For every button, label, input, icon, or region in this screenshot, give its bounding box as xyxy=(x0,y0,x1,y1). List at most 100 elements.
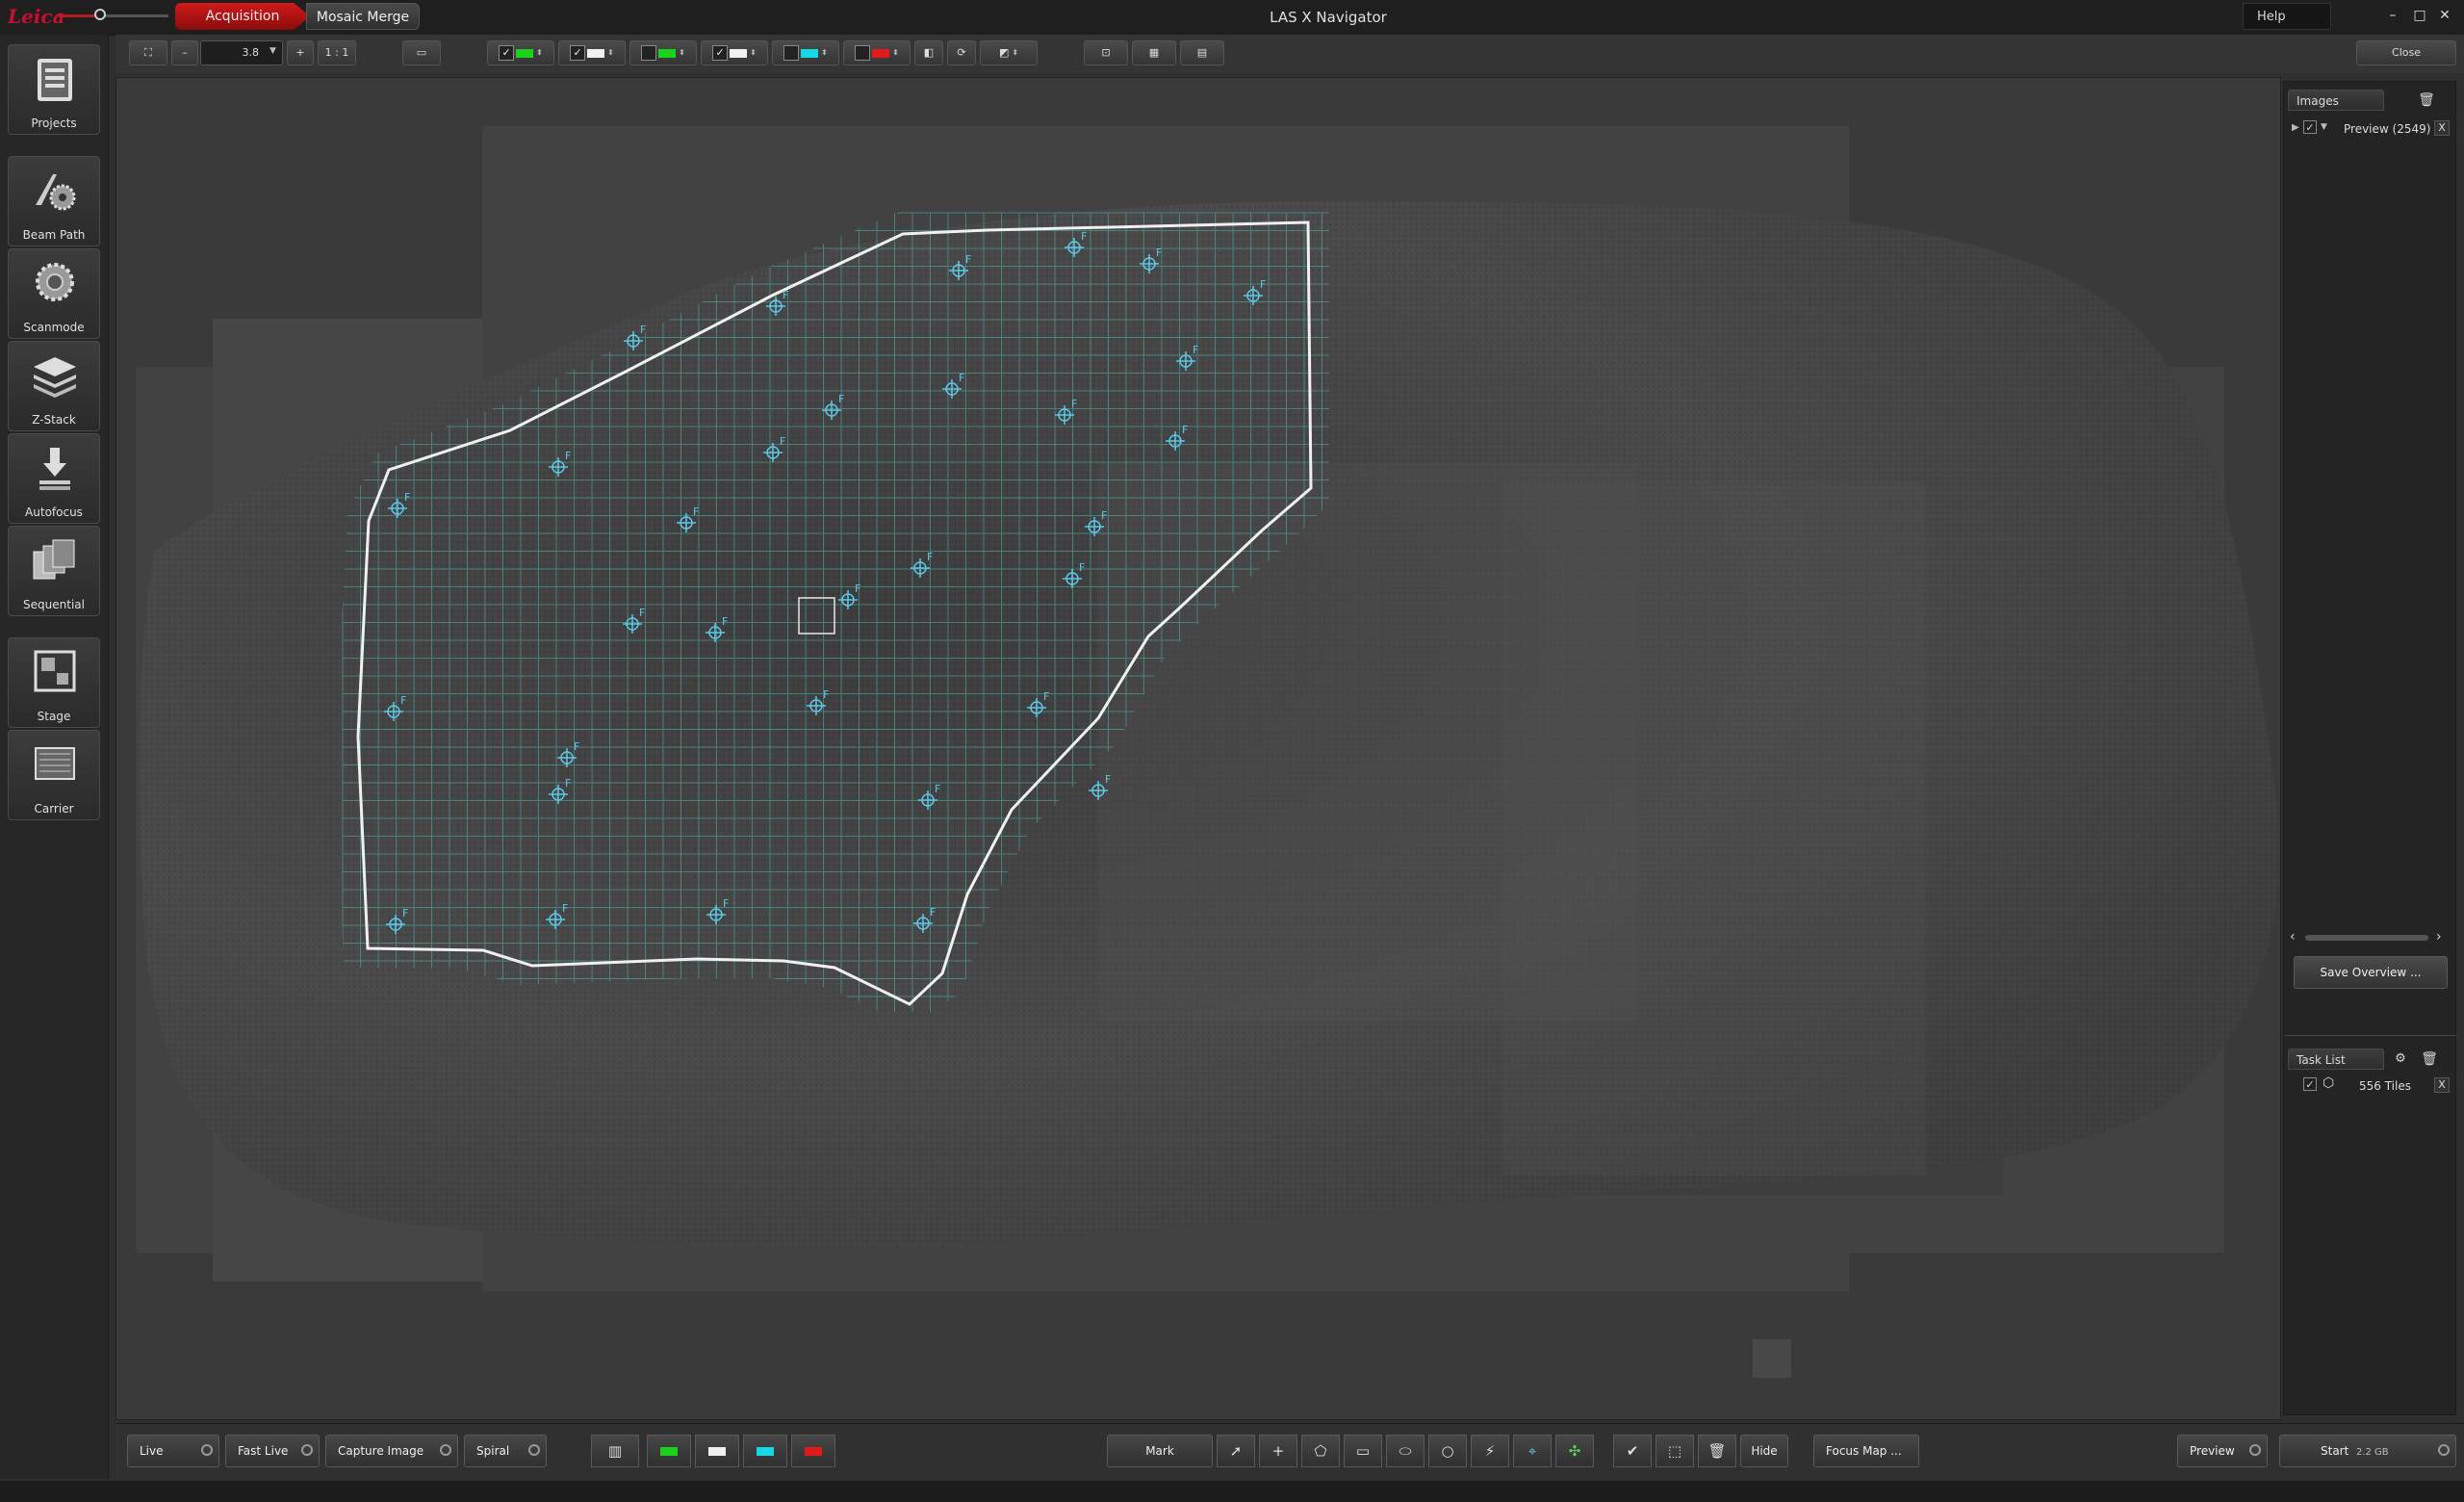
spiral-label: Spiral xyxy=(476,1444,510,1458)
point-tool-button[interactable]: + xyxy=(1259,1435,1297,1467)
pointer-icon: ➚ xyxy=(1229,1442,1243,1460)
channel-gray-button[interactable] xyxy=(695,1435,739,1467)
mosaic-view[interactable]: F F F F F F F F F F F F F F F F F F F F F F F F F F F F F F F F xyxy=(116,78,2281,1420)
refresh-button[interactable]: ⟳ xyxy=(947,40,976,65)
histogram-button[interactable]: ▥ xyxy=(591,1435,639,1467)
scanmode-icon xyxy=(36,263,74,301)
channel-2-checkbox[interactable]: ✓ xyxy=(570,45,586,61)
start-button[interactable]: Start 2.2 GB xyxy=(2279,1435,2456,1467)
image-item-label[interactable]: Preview (2549) xyxy=(2344,122,2430,136)
scroll-left-icon[interactable]: ‹ xyxy=(2290,929,2296,945)
sidebar-item-stage[interactable]: Stage xyxy=(8,637,100,728)
task-checkbox[interactable]: ✓ xyxy=(2303,1077,2317,1091)
zoom-out-button[interactable]: – xyxy=(171,40,198,65)
delete-tasks-icon[interactable]: 🗑 xyxy=(2419,1049,2440,1070)
select-tool-button[interactable]: ➚ xyxy=(1217,1435,1255,1467)
channel-6-toggle[interactable]: ⬍ xyxy=(843,40,911,65)
sidebar-item-scanmode[interactable]: Scanmode xyxy=(8,248,100,339)
focus-point-icon: ⌖ xyxy=(1527,1442,1537,1460)
delete-region-button[interactable]: 🗑 xyxy=(1698,1435,1736,1467)
live-indicator-icon xyxy=(201,1444,213,1456)
task-item-label[interactable]: 556 Tiles xyxy=(2359,1079,2411,1093)
zoom-dropdown-icon[interactable]: ▼ xyxy=(270,46,276,56)
channel-3-checkbox[interactable] xyxy=(641,45,657,61)
close-window-icon[interactable]: ✕ xyxy=(2435,6,2454,25)
rectangle-tool-button[interactable]: ▭ xyxy=(1344,1435,1382,1467)
select-region-button[interactable]: ⬚ xyxy=(1656,1435,1694,1467)
channel-6-checkbox[interactable] xyxy=(855,45,871,61)
lut-button[interactable]: ◩ ⬍ xyxy=(980,40,1038,65)
channel-red-button[interactable] xyxy=(791,1435,835,1467)
channel-4-toggle[interactable]: ✓ ⬍ xyxy=(701,40,768,65)
z-stack-icon xyxy=(34,357,76,398)
tab-acquisition[interactable]: Acquisition xyxy=(175,3,310,30)
delete-images-icon[interactable]: 🗑 xyxy=(2415,90,2438,111)
sidebar-item-beam-path[interactable]: Beam Path xyxy=(8,156,100,246)
fit-view-button[interactable]: ⛶ xyxy=(129,40,167,65)
maximize-icon[interactable]: □ xyxy=(2410,6,2429,25)
overlay-toggle-button[interactable]: ▭ xyxy=(402,40,441,65)
tab-mosaic-merge[interactable]: Mosaic Merge xyxy=(306,3,420,30)
focus-map-button[interactable]: Focus Map ... xyxy=(1813,1435,1919,1467)
zoom-in-button[interactable]: + xyxy=(287,40,314,65)
autofocus-point-tool-button[interactable]: ✣ xyxy=(1555,1435,1594,1467)
view-mode-1-button[interactable]: ⊡ xyxy=(1084,40,1128,65)
sidebar-item-label: Beam Path xyxy=(22,228,86,242)
minimize-icon[interactable]: – xyxy=(2383,6,2402,25)
magic-wand-tool-button[interactable]: ⚡ xyxy=(1471,1435,1509,1467)
channel-1-checkbox[interactable]: ✓ xyxy=(499,45,515,61)
live-button[interactable]: Live xyxy=(127,1435,219,1467)
fast-live-button[interactable]: Fast Live xyxy=(225,1435,320,1467)
overlay-icon: ▭ xyxy=(416,46,427,59)
hide-button[interactable]: Hide xyxy=(1740,1435,1788,1467)
spiral-button[interactable]: Spiral xyxy=(464,1435,547,1467)
circle-icon: ○ xyxy=(1441,1442,1454,1460)
apply-button[interactable]: ✔ xyxy=(1613,1435,1652,1467)
polygon-tool-button[interactable]: ⬠ xyxy=(1301,1435,1340,1467)
remove-task-button[interactable]: X xyxy=(2434,1077,2450,1093)
focus-point-label: F xyxy=(855,583,860,595)
sidebar-item-carrier[interactable]: Carrier xyxy=(8,730,100,820)
expand-icon[interactable]: ▶ xyxy=(2292,122,2299,133)
task-settings-icon[interactable]: ⚙ xyxy=(2390,1049,2411,1070)
circle-tool-button[interactable]: ○ xyxy=(1428,1435,1467,1467)
focus-point-tool-button[interactable]: ⌖ xyxy=(1513,1435,1552,1467)
preview-dropdown-icon[interactable]: ▼ xyxy=(2321,122,2327,132)
save-overview-button[interactable]: Save Overview ... xyxy=(2294,956,2448,989)
channel-2-toggle[interactable]: ✓ ⬍ xyxy=(558,40,626,65)
view-mode-2-button[interactable]: ▦ xyxy=(1132,40,1176,65)
sidebar-item-label: Carrier xyxy=(34,802,74,816)
channel-5-checkbox[interactable] xyxy=(783,45,800,61)
view-mode-3-button[interactable]: ▤ xyxy=(1180,40,1224,65)
channel-3-toggle[interactable]: ⬍ xyxy=(629,40,697,65)
channel-green-button[interactable] xyxy=(647,1435,691,1467)
channel-4-checkbox[interactable]: ✓ xyxy=(712,45,729,61)
contrast-button[interactable]: ◧ xyxy=(914,40,943,65)
scroll-right-icon[interactable]: › xyxy=(2436,929,2442,945)
one-to-one-button[interactable]: 1 : 1 xyxy=(318,40,356,65)
channel-1-toggle[interactable]: ✓ ⬍ xyxy=(487,40,554,65)
slider-knob[interactable] xyxy=(94,9,106,20)
focus-point-label: F xyxy=(402,907,408,919)
sidebar-item-label: Projects xyxy=(31,117,77,130)
sidebar-item-projects[interactable]: Projects xyxy=(8,44,100,135)
channel-cyan-button[interactable] xyxy=(743,1435,787,1467)
sidebar-item-autofocus[interactable]: Autofocus xyxy=(8,433,100,524)
sidebar-item-sequential[interactable]: Sequential xyxy=(8,526,100,616)
mark-button[interactable]: Mark xyxy=(1107,1435,1213,1467)
sidebar-item-z-stack[interactable]: Z-Stack xyxy=(8,341,100,431)
horizontal-scrollbar[interactable] xyxy=(2305,935,2428,941)
preview-button[interactable]: Preview xyxy=(2177,1435,2268,1467)
channel-5-toggle[interactable]: ⬍ xyxy=(772,40,839,65)
focus-point-label: F xyxy=(1101,509,1107,522)
remove-image-button[interactable]: X xyxy=(2434,120,2450,136)
brightness-slider[interactable] xyxy=(58,9,168,20)
help-button[interactable]: Help xyxy=(2243,3,2331,30)
ellipse-tool-button[interactable]: ⬭ xyxy=(1386,1435,1424,1467)
autofocus-point-icon: ✣ xyxy=(1568,1442,1581,1460)
preview-checkbox[interactable]: ✓ xyxy=(2303,120,2317,134)
navigator-canvas[interactable]: F F F F F F F F F F F F F F F F F F F F F F F F F F F F F F F F xyxy=(116,77,2281,1420)
close-button[interactable]: Close xyxy=(2356,40,2456,65)
capture-indicator-icon xyxy=(440,1444,451,1456)
capture-image-button[interactable]: Capture Image xyxy=(325,1435,458,1467)
